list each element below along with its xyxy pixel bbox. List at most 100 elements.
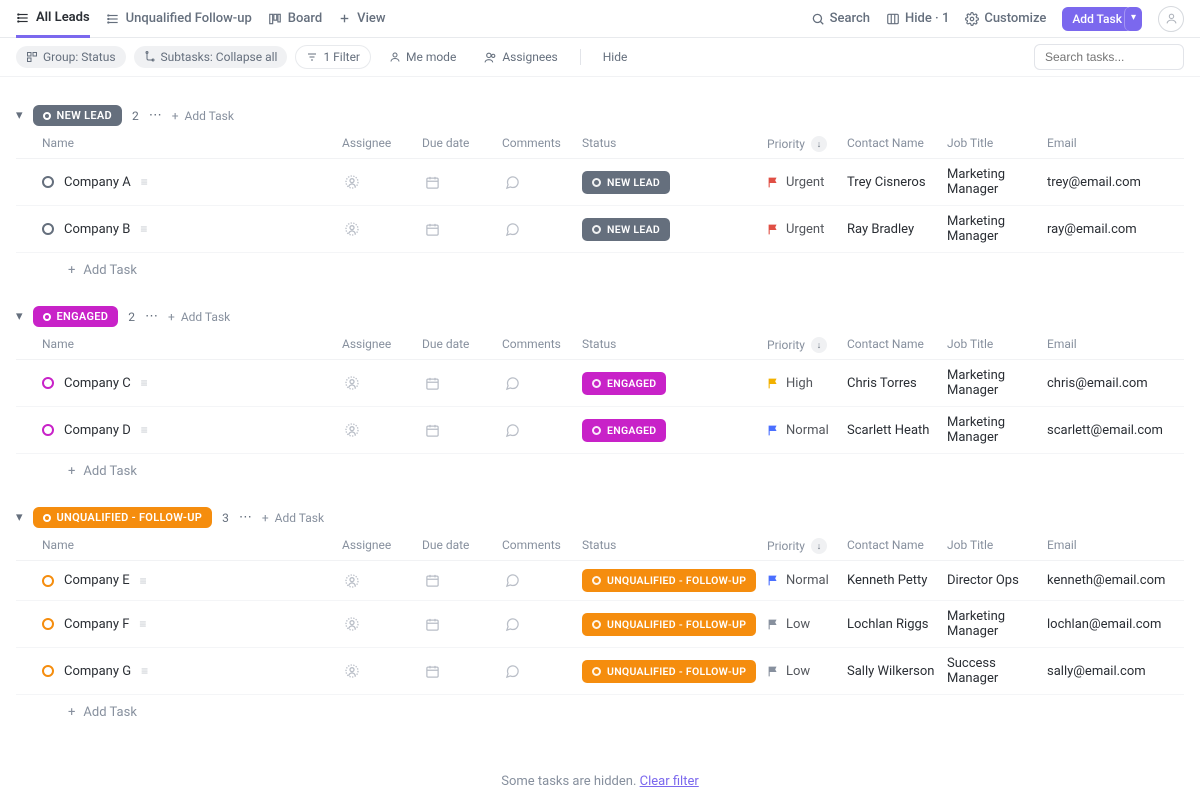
col-name[interactable]: Name [42,538,342,554]
group-collapse-toggle[interactable]: ▾ [16,309,23,324]
comments-cell[interactable] [502,664,522,679]
task-status-ring-icon[interactable] [42,176,54,188]
col-due[interactable]: Due date [422,136,502,152]
task-status-ring-icon[interactable] [42,575,54,587]
col-email[interactable]: Email [1047,538,1197,554]
priority-cell[interactable]: Urgent [767,175,847,190]
drag-handle-icon[interactable]: ≡ [141,664,148,678]
col-job[interactable]: Job Title [947,136,1047,152]
task-status-ring-icon[interactable] [42,223,54,235]
drag-handle-icon[interactable]: ≡ [140,222,147,236]
due-date-cell[interactable] [422,423,442,438]
comments-cell[interactable] [502,175,522,190]
assignee-cell[interactable] [342,375,362,391]
add-task-row[interactable]: +Add Task [16,695,1184,730]
assignee-cell[interactable] [342,422,362,438]
status-badge[interactable]: UNQUALIFIED - FOLLOW-UP [582,569,756,592]
col-comments[interactable]: Comments [502,136,582,152]
comments-cell[interactable] [502,423,522,438]
col-email[interactable]: Email [1047,337,1197,353]
assignee-cell[interactable] [342,174,362,190]
comments-cell[interactable] [502,617,522,632]
col-status[interactable]: Status [582,538,767,554]
tab-unqualified-follow-up[interactable]: Unqualified Follow-up [106,0,252,37]
priority-cell[interactable]: Low [767,617,847,632]
col-priority[interactable]: Priority↓ [767,337,847,353]
col-name[interactable]: Name [42,136,342,152]
drag-handle-icon[interactable]: ≡ [140,574,147,588]
priority-cell[interactable]: Normal [767,423,847,438]
assignees-pill[interactable]: Assignees [474,46,567,68]
drag-handle-icon[interactable]: ≡ [141,175,148,189]
group-collapse-toggle[interactable]: ▾ [16,108,23,123]
task-row[interactable]: Company F ≡ UNQUALIFIED - FOLLOW-UP Low … [16,601,1184,648]
add-task-row[interactable]: +Add Task [16,253,1184,288]
comments-cell[interactable] [502,376,522,391]
clear-filter-link[interactable]: Clear filter [640,774,699,789]
col-priority[interactable]: Priority↓ [767,136,847,152]
drag-handle-icon[interactable]: ≡ [139,617,146,631]
priority-cell[interactable]: Low [767,664,847,679]
col-email[interactable]: Email [1047,136,1197,152]
group-status-chip[interactable]: UNQUALIFIED - FOLLOW-UP [33,507,213,528]
tab-board[interactable]: Board [268,0,322,37]
col-assignee[interactable]: Assignee [342,136,422,152]
group-add-task-button[interactable]: +Add Task [168,310,230,324]
col-name[interactable]: Name [42,337,342,353]
col-due[interactable]: Due date [422,337,502,353]
status-badge[interactable]: NEW LEAD [582,218,670,241]
search-button[interactable]: Search [811,11,870,26]
filter-pill[interactable]: 1 Filter [295,45,371,69]
due-date-cell[interactable] [422,175,442,190]
customize-button[interactable]: Customize [965,11,1046,26]
due-date-cell[interactable] [422,376,442,391]
status-badge[interactable]: NEW LEAD [582,171,670,194]
tab-all-leads[interactable]: All Leads [16,1,90,38]
task-row[interactable]: Company A ≡ NEW LEAD Urgent Trey Cisnero… [16,159,1184,206]
col-comments[interactable]: Comments [502,337,582,353]
task-status-ring-icon[interactable] [42,618,54,630]
group-status-chip[interactable]: ENGAGED [33,306,119,327]
group-status-chip[interactable]: NEW LEAD [33,105,122,126]
priority-cell[interactable]: High [767,376,847,391]
group-collapse-toggle[interactable]: ▾ [16,510,23,525]
task-status-ring-icon[interactable] [42,424,54,436]
col-priority[interactable]: Priority↓ [767,538,847,554]
drag-handle-icon[interactable]: ≡ [141,376,148,390]
subtasks-pill[interactable]: Subtasks: Collapse all [134,46,288,68]
comments-cell[interactable] [502,573,522,588]
priority-cell[interactable]: Normal [767,573,847,588]
comments-cell[interactable] [502,222,522,237]
group-pill[interactable]: Group: Status [16,46,126,68]
col-job[interactable]: Job Title [947,538,1047,554]
assignee-cell[interactable] [342,663,362,679]
col-due[interactable]: Due date [422,538,502,554]
hide-count-button[interactable]: Hide · 1 [886,11,949,26]
due-date-cell[interactable] [422,617,442,632]
priority-cell[interactable]: Urgent [767,222,847,237]
due-date-cell[interactable] [422,573,442,588]
add-task-row[interactable]: +Add Task [16,454,1184,489]
task-row[interactable]: Company G ≡ UNQUALIFIED - FOLLOW-UP Low … [16,648,1184,695]
col-status[interactable]: Status [582,337,767,353]
col-assignee[interactable]: Assignee [342,337,422,353]
drag-handle-icon[interactable]: ≡ [141,423,148,437]
col-contact[interactable]: Contact Name [847,337,947,353]
add-task-dropdown-button[interactable]: ▾ [1124,7,1142,31]
task-status-ring-icon[interactable] [42,377,54,389]
group-menu-button[interactable]: ⋯ [149,108,162,123]
status-badge[interactable]: UNQUALIFIED - FOLLOW-UP [582,613,756,636]
col-contact[interactable]: Contact Name [847,136,947,152]
due-date-cell[interactable] [422,222,442,237]
status-badge[interactable]: ENGAGED [582,372,666,395]
col-comments[interactable]: Comments [502,538,582,554]
col-contact[interactable]: Contact Name [847,538,947,554]
col-job[interactable]: Job Title [947,337,1047,353]
add-task-primary-button[interactable]: Add Task [1062,7,1132,31]
assignee-cell[interactable] [342,221,362,237]
task-status-ring-icon[interactable] [42,665,54,677]
group-menu-button[interactable]: ⋯ [239,510,252,525]
me-mode-pill[interactable]: Me mode [379,46,466,68]
hide-pill[interactable]: Hide [593,46,638,68]
col-assignee[interactable]: Assignee [342,538,422,554]
